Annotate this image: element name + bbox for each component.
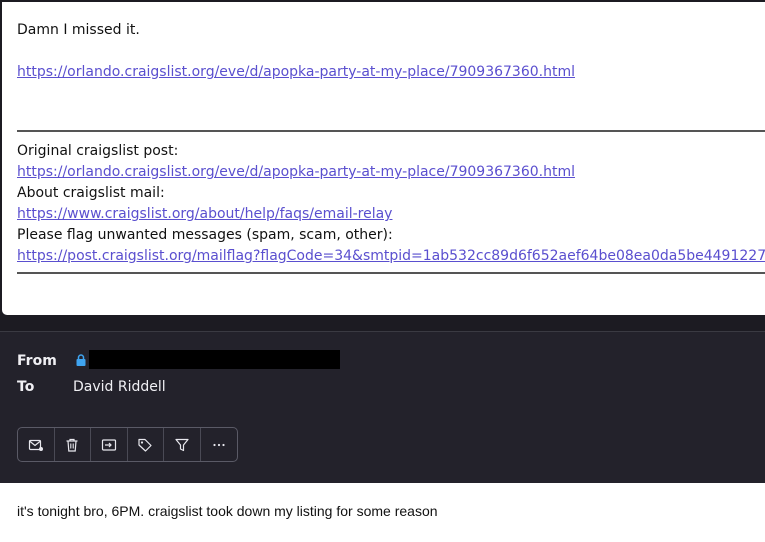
move-button[interactable] [91, 428, 128, 461]
to-label: To [17, 379, 35, 395]
divider [17, 130, 765, 132]
previous-message-body: Damn I missed it. https://orlando.craigs… [2, 2, 765, 315]
original-post-link[interactable]: https://orlando.craigslist.org/eve/d/apo… [17, 164, 575, 180]
about-mail-link[interactable]: https://www.craigslist.org/about/help/fa… [17, 206, 392, 222]
message-body-text: it's tonight bro, 6PM. craigslist took d… [17, 503, 438, 519]
message-text: Damn I missed it. [17, 22, 140, 38]
message-body: it's tonight bro, 6PM. craigslist took d… [0, 483, 765, 542]
more-button[interactable] [201, 428, 237, 461]
divider [17, 272, 765, 274]
about-mail-label: About craigslist mail: [17, 185, 165, 201]
flag-link[interactable]: https://post.craigslist.org/mailflag?fla… [17, 248, 765, 264]
original-post-label: Original craigslist post: [17, 143, 179, 159]
reply-button[interactable] [18, 428, 55, 461]
lock-icon [76, 354, 86, 366]
party-link[interactable]: https://orlando.craigslist.org/eve/d/apo… [17, 64, 575, 80]
trash-icon [66, 438, 78, 452]
more-icon [213, 443, 225, 446]
filter-icon [175, 438, 189, 451]
tag-button[interactable] [128, 428, 164, 461]
filter-button[interactable] [164, 428, 201, 461]
reply-icon [28, 439, 43, 451]
from-label: From [17, 353, 57, 369]
recipient-name[interactable]: David Riddell [73, 379, 166, 395]
tag-icon [138, 438, 152, 452]
redacted-sender [89, 350, 340, 369]
message-toolbar [17, 427, 238, 462]
move-icon [101, 438, 116, 451]
flag-label: Please flag unwanted messages (spam, sca… [17, 227, 393, 243]
delete-button[interactable] [55, 428, 91, 461]
